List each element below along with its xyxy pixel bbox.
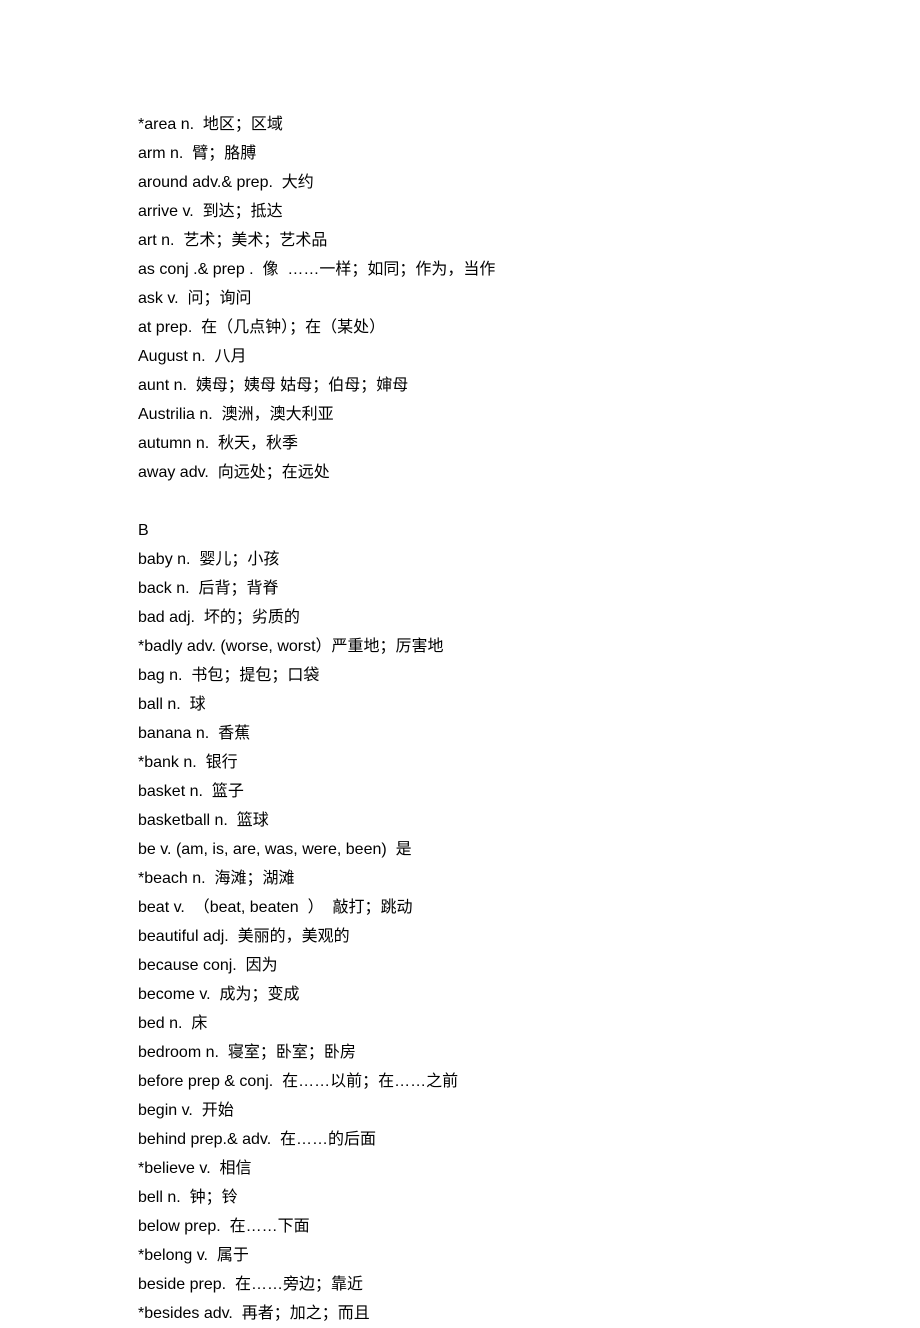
- vocabulary-entry: as conj .& prep . 像 ……一样；如同；作为，当作: [138, 255, 778, 284]
- vocabulary-entry: bag n. 书包；提包；口袋: [138, 661, 778, 690]
- vocabulary-entry: *bank n. 银行: [138, 748, 778, 777]
- vocabulary-entry: arm n. 臂；胳膊: [138, 139, 778, 168]
- vocabulary-entry: below prep. 在……下面: [138, 1212, 778, 1241]
- vocabulary-entry: be v. (am, is, are, was, were, been) 是: [138, 835, 778, 864]
- document-page: *area n. 地区；区域arm n. 臂；胳膊around adv.& pr…: [0, 0, 778, 1328]
- vocabulary-entry: ask v. 问；询问: [138, 284, 778, 313]
- vocabulary-entry: aunt n. 姨母；姨母 姑母；伯母；婶母: [138, 371, 778, 400]
- vocabulary-entry: beautiful adj. 美丽的，美观的: [138, 922, 778, 951]
- vocabulary-entry: before prep & conj. 在……以前；在……之前: [138, 1067, 778, 1096]
- vocabulary-entry: *area n. 地区；区域: [138, 110, 778, 139]
- vocabulary-entry: art n. 艺术；美术；艺术品: [138, 226, 778, 255]
- vocabulary-entry: Austrilia n. 澳洲，澳大利亚: [138, 400, 778, 429]
- vocabulary-list-b: baby n. 婴儿；小孩back n. 后背；背脊bad adj. 坏的；劣质…: [138, 545, 778, 1328]
- vocabulary-entry: *belong v. 属于: [138, 1241, 778, 1270]
- vocabulary-entry: *besides adv. 再者；加之；而且: [138, 1299, 778, 1328]
- vocabulary-entry: away adv. 向远处；在远处: [138, 458, 778, 487]
- vocabulary-entry: beside prep. 在……旁边；靠近: [138, 1270, 778, 1299]
- vocabulary-entry: bell n. 钟；铃: [138, 1183, 778, 1212]
- vocabulary-entry: *beach n. 海滩；湖滩: [138, 864, 778, 893]
- vocabulary-entry: *believe v. 相信: [138, 1154, 778, 1183]
- vocabulary-entry: baby n. 婴儿；小孩: [138, 545, 778, 574]
- vocabulary-entry: bad adj. 坏的；劣质的: [138, 603, 778, 632]
- vocabulary-entry: autumn n. 秋天，秋季: [138, 429, 778, 458]
- section-header-b: B: [138, 516, 778, 545]
- vocabulary-entry: begin v. 开始: [138, 1096, 778, 1125]
- vocabulary-entry: bedroom n. 寝室；卧室；卧房: [138, 1038, 778, 1067]
- vocabulary-list-a: *area n. 地区；区域arm n. 臂；胳膊around adv.& pr…: [138, 110, 778, 487]
- vocabulary-entry: because conj. 因为: [138, 951, 778, 980]
- section-gap: [138, 487, 778, 516]
- vocabulary-entry: ball n. 球: [138, 690, 778, 719]
- vocabulary-entry: beat v. （beat, beaten ） 敲打；跳动: [138, 893, 778, 922]
- vocabulary-entry: basketball n. 篮球: [138, 806, 778, 835]
- vocabulary-entry: back n. 后背；背脊: [138, 574, 778, 603]
- vocabulary-entry: around adv.& prep. 大约: [138, 168, 778, 197]
- vocabulary-entry: *badly adv. (worse, worst）严重地；厉害地: [138, 632, 778, 661]
- vocabulary-entry: bed n. 床: [138, 1009, 778, 1038]
- vocabulary-entry: basket n. 篮子: [138, 777, 778, 806]
- vocabulary-entry: banana n. 香蕉: [138, 719, 778, 748]
- vocabulary-entry: arrive v. 到达；抵达: [138, 197, 778, 226]
- vocabulary-entry: become v. 成为；变成: [138, 980, 778, 1009]
- vocabulary-entry: at prep. 在（几点钟）；在（某处）: [138, 313, 778, 342]
- vocabulary-entry: August n. 八月: [138, 342, 778, 371]
- vocabulary-entry: behind prep.& adv. 在……的后面: [138, 1125, 778, 1154]
